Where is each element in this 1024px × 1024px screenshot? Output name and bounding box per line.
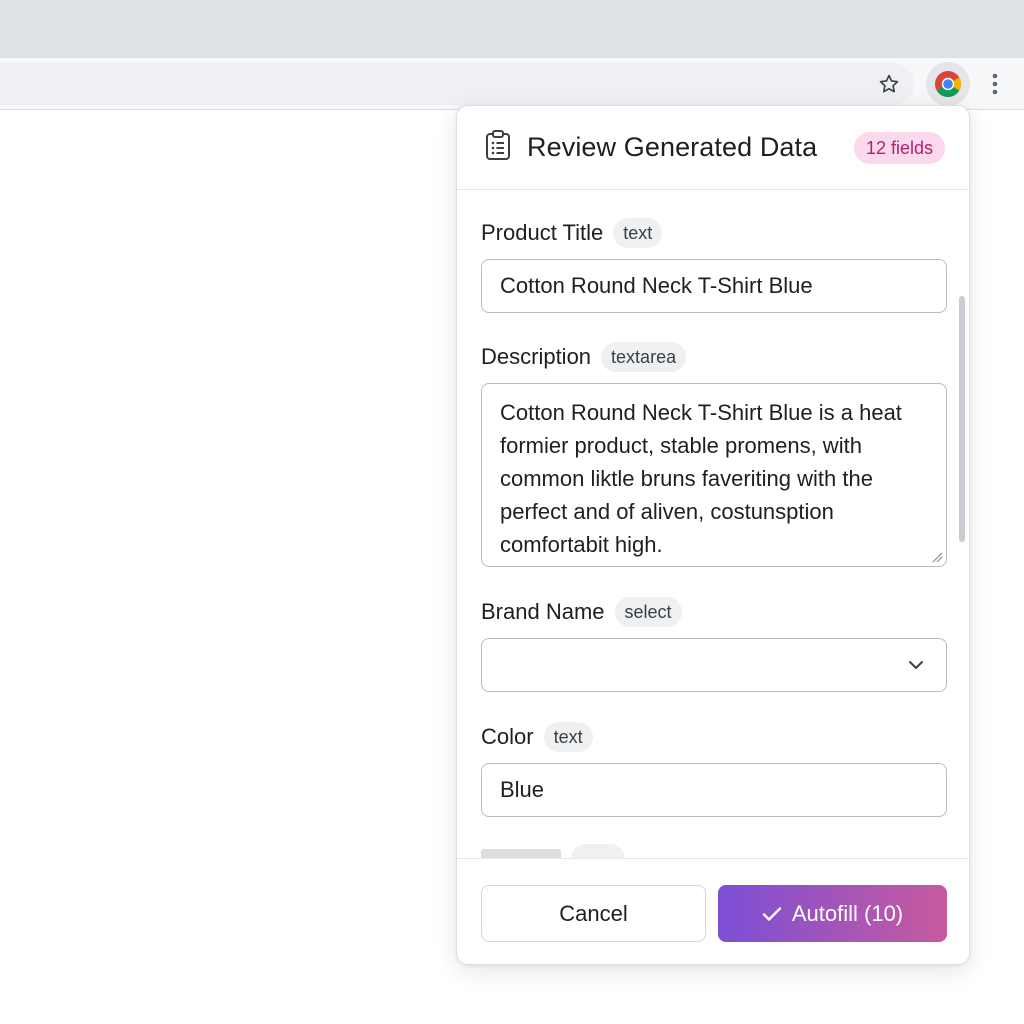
kebab-menu-icon[interactable] xyxy=(978,66,1012,102)
field-label: Color xyxy=(481,724,534,749)
field-label: Brand Name xyxy=(481,599,605,624)
color-input[interactable]: Blue xyxy=(481,763,947,817)
chevron-down-icon xyxy=(909,661,923,669)
field-count-badge: 12 fields xyxy=(853,132,945,164)
field-type-chip: textarea xyxy=(601,342,687,372)
field-description: Description textarea Cotton Round Neck T… xyxy=(481,341,947,567)
field-partially-hidden xyxy=(481,843,947,858)
chrome-logo-icon[interactable] xyxy=(926,62,970,106)
scrollbar-thumb[interactable] xyxy=(959,296,965,542)
check-icon xyxy=(762,906,782,921)
field-color: Color text Blue xyxy=(481,721,947,817)
popup-title: Review Generated Data xyxy=(527,132,818,162)
product-title-input[interactable]: Cotton Round Neck T-Shirt Blue xyxy=(481,259,947,313)
review-data-popup: Review Generated Data 12 fields Product … xyxy=(456,105,970,965)
browser-tab-strip xyxy=(0,0,1024,58)
field-label: Product Title xyxy=(481,220,604,245)
popup-header: Review Generated Data 12 fields xyxy=(457,106,969,190)
field-label: Description xyxy=(481,344,592,369)
brand-name-select[interactable] xyxy=(481,638,947,692)
autofill-button[interactable]: Autofill (10) xyxy=(718,885,947,942)
autofill-button-label: Autofill (10) xyxy=(791,900,904,926)
clipboard-list-icon xyxy=(483,129,513,166)
field-type-chip: text xyxy=(543,722,593,752)
address-bar[interactable] xyxy=(0,63,914,105)
cancel-button[interactable]: Cancel xyxy=(481,885,706,942)
field-label xyxy=(481,849,561,858)
field-type-chip xyxy=(571,844,625,858)
resize-grip-icon[interactable] xyxy=(931,551,943,563)
field-type-chip: select xyxy=(614,597,682,627)
browser-toolbar xyxy=(0,58,1024,110)
popup-footer: Cancel Autofill (10) xyxy=(457,858,969,964)
star-icon[interactable] xyxy=(871,66,907,102)
fields-scroll-area[interactable]: Product Title text Cotton Round Neck T-S… xyxy=(457,191,969,858)
field-brand-name: Brand Name select xyxy=(481,596,947,692)
description-text: Cotton Round Neck T-Shirt Blue is a heat… xyxy=(500,400,902,557)
field-product-title: Product Title text Cotton Round Neck T-S… xyxy=(481,217,947,313)
description-textarea[interactable]: Cotton Round Neck T-Shirt Blue is a heat… xyxy=(481,383,947,567)
field-type-chip: text xyxy=(613,218,663,248)
